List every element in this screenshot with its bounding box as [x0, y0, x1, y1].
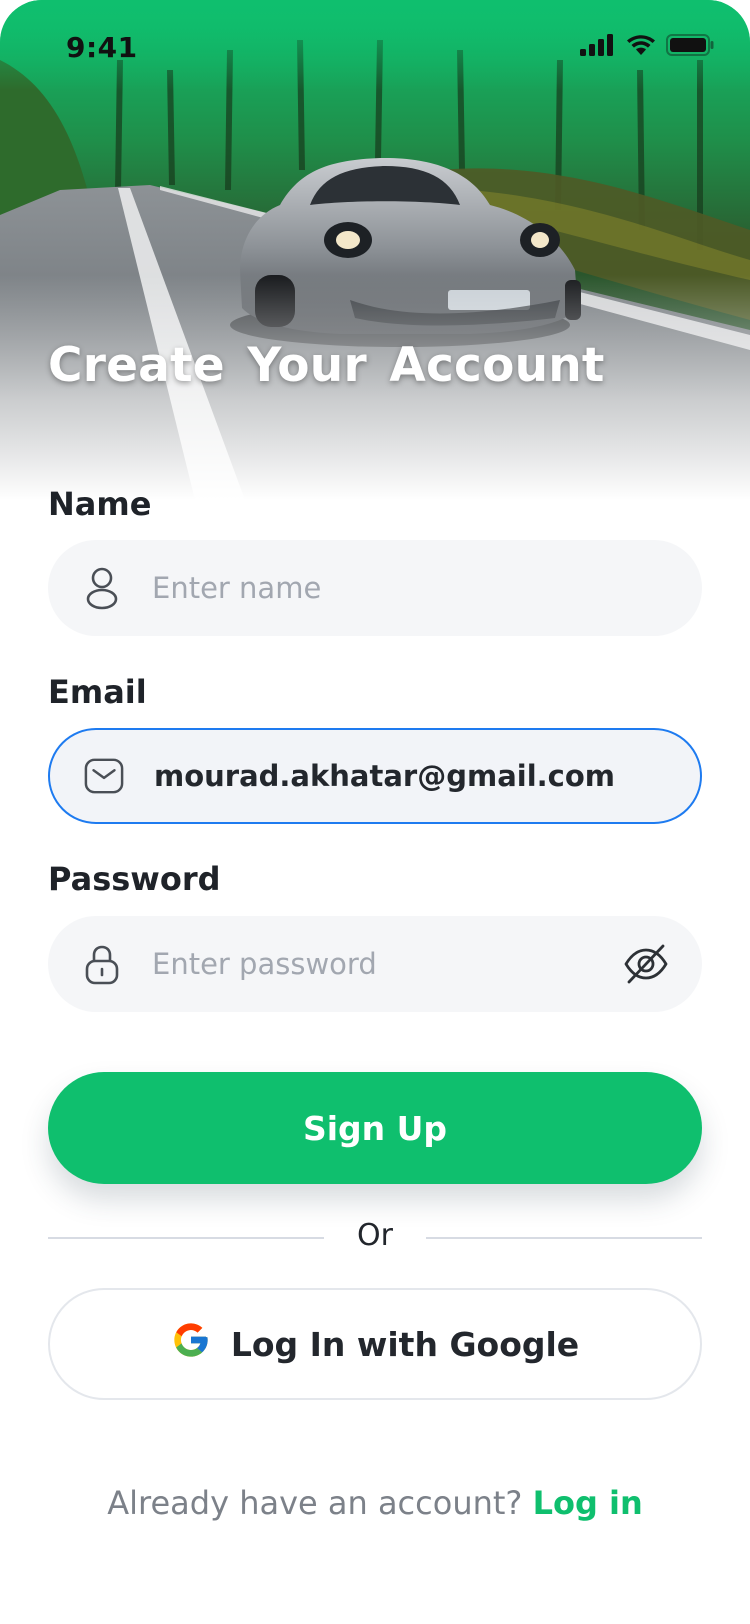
or-label: Or	[357, 1218, 393, 1253]
mail-icon	[84, 754, 124, 798]
name-input[interactable]	[152, 540, 622, 636]
eye-off-icon[interactable]	[622, 940, 670, 988]
login-prompt: Already have an account? Log in	[0, 1484, 750, 1522]
sign-up-button[interactable]: Sign Up	[48, 1072, 702, 1184]
divider-line-right	[426, 1237, 702, 1239]
lock-icon	[82, 942, 122, 986]
google-login-button[interactable]: Log In with Google	[48, 1288, 702, 1400]
status-icons	[580, 34, 714, 60]
page-title: Create Your Account	[48, 338, 605, 393]
login-link[interactable]: Log in	[533, 1484, 643, 1522]
password-input[interactable]	[152, 916, 622, 1012]
email-label: Email	[48, 673, 147, 711]
email-input[interactable]	[154, 730, 624, 822]
or-divider: Or	[48, 1218, 702, 1258]
password-label: Password	[48, 860, 221, 898]
status-time: 9:41	[66, 31, 138, 64]
email-field[interactable]	[48, 728, 702, 824]
login-prompt-text: Already have an account?	[107, 1484, 523, 1522]
google-icon	[171, 1320, 211, 1368]
google-login-label: Log In with Google	[230, 1324, 580, 1364]
wifi-icon	[626, 34, 656, 60]
cellular-signal-icon	[580, 34, 616, 60]
signup-screen: 9:41 Create Your Account Name Enter name…	[0, 0, 750, 1624]
name-label: Name	[48, 485, 152, 523]
battery-icon	[666, 34, 714, 60]
user-icon	[82, 566, 122, 610]
password-field[interactable]	[48, 916, 702, 1012]
status-bar: 9:41	[0, 0, 750, 96]
name-field[interactable]	[48, 540, 702, 636]
